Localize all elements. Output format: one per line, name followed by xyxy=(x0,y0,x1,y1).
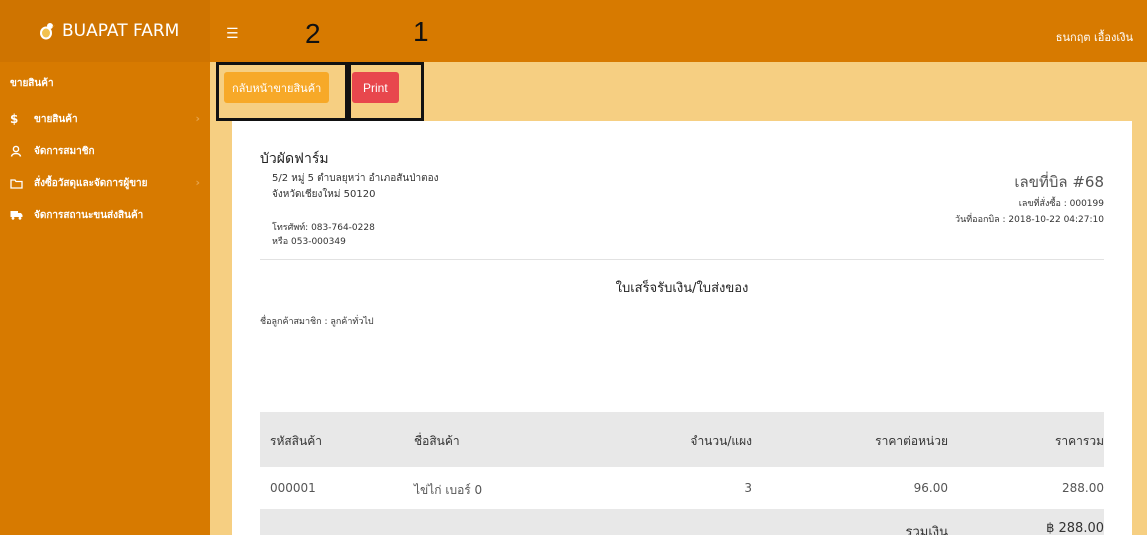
sidebar-item-purchase[interactable]: สั่งซื้อวัสดุและจัดการผู้ขาย › xyxy=(0,167,210,199)
table-row: 000001 ไข่ไก่ เบอร์ 0 3 96.00 288.00 xyxy=(260,467,1104,509)
truck-icon xyxy=(10,210,28,220)
sidebar-item-label: จัดการสถานะขนส่งสินค้า xyxy=(34,209,144,221)
address-line-1: 5/2 หมู่ 5 ตำบลยุหว่า อำเภอสันป่าตอง xyxy=(272,173,439,184)
cell-code: 000001 xyxy=(270,481,316,495)
annotation-box-back xyxy=(216,62,348,121)
document-title: ใบเสร็จรับเงิน/ใบส่งของ xyxy=(615,281,749,296)
total-label: รวมเงิน xyxy=(905,525,948,535)
annotation-label-1: 1 xyxy=(413,16,429,47)
sidebar-section-title: ขายสินค้า xyxy=(10,78,54,89)
column-header-code: รหัสสินค้า xyxy=(270,434,322,448)
cell-name: ไข่ไก่ เบอร์ 0 xyxy=(414,483,483,497)
brand-name: BUAPAT FARM xyxy=(62,21,180,41)
cell-quantity: 3 xyxy=(744,481,752,495)
cell-unit-price: 96.00 xyxy=(913,481,948,495)
folder-icon xyxy=(10,178,28,189)
phone-line-2: หรือ 053-000349 xyxy=(272,237,346,247)
sidebar-item-label: สั่งซื้อวัสดุและจัดการผู้ขาย xyxy=(34,177,148,189)
dollar-icon: $ xyxy=(10,112,19,126)
sidebar-item-shipping[interactable]: จัดการสถานะขนส่งสินค้า xyxy=(0,199,210,231)
sidebar-item-sell[interactable]: $ ขายสินค้า › xyxy=(0,103,210,135)
company-name: บัวผัดฟาร์ม xyxy=(260,151,329,167)
sidebar-item-label: จัดการสมาชิก xyxy=(34,145,95,157)
issue-date: วันที่ออกบิล : 2018-10-22 04:27:10 xyxy=(955,215,1104,225)
sidebar-item-label: ขายสินค้า xyxy=(34,113,78,125)
total-value: ฿ 288.00 xyxy=(1046,521,1104,535)
sidebar-item-members[interactable]: จัดการสมาชิก xyxy=(0,135,210,167)
address-line-2: จังหวัดเชียงใหม่ 50120 xyxy=(272,189,376,200)
column-header-name: ชื่อสินค้า xyxy=(414,434,460,448)
main-content: กลับหน้าขายสินค้า Print บัวผัดฟาร์ม 5/2 … xyxy=(210,62,1147,535)
annotation-box-print xyxy=(348,62,424,121)
top-header: BUAPAT FARM ☰ ธนกฤต เอื้องเงิน xyxy=(0,0,1147,62)
sidebar: ขายสินค้า $ ขายสินค้า › จัดการสมาชิก สั่… xyxy=(0,62,210,535)
annotation-label-2: 2 xyxy=(305,18,321,49)
table-header: รหัสสินค้า ชื่อสินค้า จำนวน/แผง ราคาต่อห… xyxy=(260,412,1104,467)
table-total-row: รวมเงิน ฿ 288.00 xyxy=(260,509,1104,535)
column-header-unit-price: ราคาต่อหน่วย xyxy=(875,434,948,448)
chevron-right-icon: › xyxy=(195,176,200,189)
invoice-paper: บัวผัดฟาร์ม 5/2 หมู่ 5 ตำบลยุหว่า อำเภอส… xyxy=(232,121,1132,535)
customer-name: ชื่อลูกค้าสมาชิก : ลูกค้าทั่วไป xyxy=(260,317,374,327)
column-header-total: ราคารวม xyxy=(1054,434,1104,448)
order-number: เลขที่สั่งซื้อ : 000199 xyxy=(1018,199,1104,209)
divider xyxy=(260,259,1104,260)
chevron-right-icon: › xyxy=(195,112,200,125)
menu-toggle-icon[interactable]: ☰ xyxy=(226,26,239,42)
column-header-quantity: จำนวน/แผง xyxy=(690,434,752,448)
brand[interactable]: BUAPAT FARM xyxy=(0,0,210,62)
bill-number: เลขที่บิล #68 xyxy=(1014,173,1104,191)
farm-logo-icon xyxy=(36,21,56,41)
cell-total: 288.00 xyxy=(1062,481,1104,495)
user-name[interactable]: ธนกฤต เอื้องเงิน xyxy=(1056,28,1133,46)
phone-line-1: โทรศัพท์: 083-764-0228 xyxy=(272,223,375,233)
user-icon xyxy=(10,145,28,157)
